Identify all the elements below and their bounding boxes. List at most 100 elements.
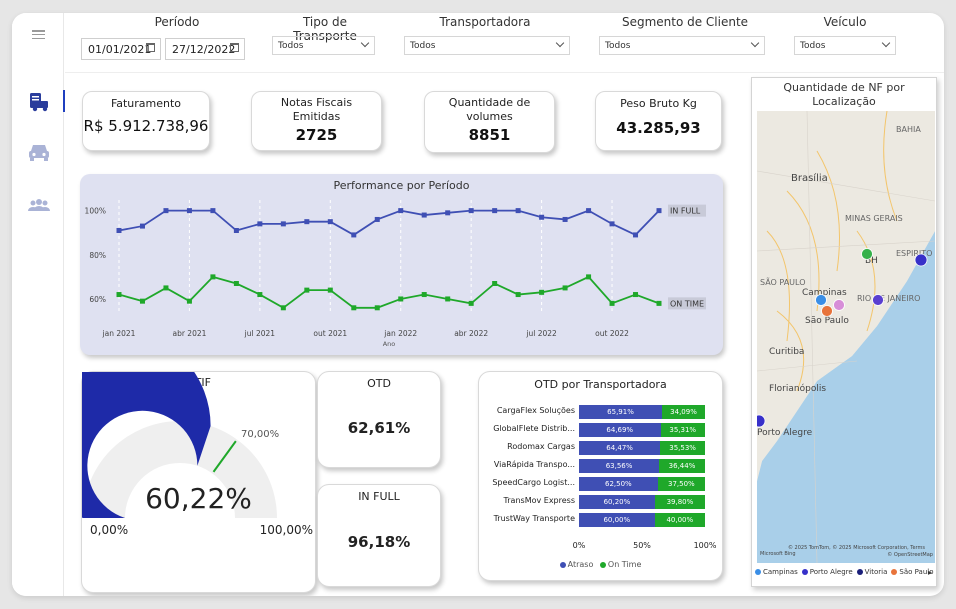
map-bubble-saopaulo[interactable]: [821, 305, 833, 317]
kpi-volumes-label: Quantidade de volumes: [448, 96, 531, 123]
data-point: [304, 287, 310, 293]
bar-atraso[interactable]: 64,69%: [579, 423, 661, 437]
map-legend-dot: [801, 569, 808, 575]
data-point: [210, 208, 216, 214]
bar-atraso[interactable]: 63,56%: [579, 459, 660, 473]
start-date-input[interactable]: 01/01/2021: [81, 38, 161, 60]
periodo-label: Período: [154, 15, 200, 29]
infull-value: 96,18%: [347, 533, 411, 551]
x-tick-label: abr 2021: [172, 329, 206, 338]
performance-chart[interactable]: Performance por Período 60% 80% 100% jan 20…: [80, 174, 723, 355]
data-point: [257, 221, 263, 227]
menu-icon[interactable]: [32, 30, 45, 39]
people-icon[interactable]: [27, 196, 51, 218]
data-point: [586, 274, 592, 280]
kpi-peso-label: Peso Bruto Kg: [620, 97, 697, 110]
data-point: [586, 208, 592, 214]
sidebar: [12, 13, 65, 596]
map-attribution-2[interactable]: © OpenStreetMap: [887, 551, 933, 558]
map-legend-dot: [755, 569, 761, 575]
calendar-icon[interactable]: [230, 43, 239, 52]
otd-transp-category: SpeedCargo Logist...: [492, 478, 575, 487]
map-bubble-sjc[interactable]: [833, 299, 845, 311]
kpi-notas-value: 2725: [295, 126, 338, 144]
data-point: [116, 228, 122, 233]
bar-ontime[interactable]: 34,09%: [662, 405, 705, 419]
bar-ontime[interactable]: 35,31%: [660, 423, 705, 437]
tipo-transporte-select[interactable]: Todos: [272, 36, 375, 55]
transportadora-value: Todos: [410, 41, 436, 51]
bar-ontime[interactable]: 39,80%: [654, 495, 705, 509]
veiculo-label: Veículo: [823, 15, 867, 29]
map-bubble-vitoria[interactable]: [914, 253, 928, 267]
y-tick-label: 60%: [89, 295, 106, 304]
bar-atraso[interactable]: 60,20%: [579, 495, 655, 509]
data-point: [139, 223, 145, 229]
data-point: [609, 300, 615, 306]
data-point: [233, 228, 239, 233]
data-point: [562, 216, 568, 222]
data-point: [421, 212, 427, 218]
map-bubble-rio[interactable]: [872, 294, 884, 306]
bar-ontime[interactable]: 37,50%: [657, 477, 705, 491]
calendar-icon[interactable]: [146, 43, 155, 52]
otd-transp-category: Rodomax Cargas: [507, 442, 575, 451]
bar-ontime[interactable]: 36,44%: [659, 459, 705, 473]
otd-transp-category: CargaFlex Soluções: [496, 406, 575, 415]
veiculo-value: Todos: [800, 41, 826, 51]
data-point: [351, 305, 357, 311]
transportadora-select[interactable]: Todos: [404, 36, 570, 55]
map-legend-item[interactable]: Campinas: [763, 568, 798, 576]
otd-transportadora-card[interactable]: OTD por Transportadora CargaFlex Soluçõe…: [478, 371, 723, 581]
map-attribution[interactable]: © 2025 TomTom, © 2025 Microsoft Corporat…: [788, 544, 925, 551]
x-tick-label: jan 2022: [383, 329, 417, 338]
map-card[interactable]: Quantidade de NF por Localização BAHIA B…: [751, 77, 937, 587]
map-legend-item[interactable]: Vitoria: [865, 568, 888, 576]
vehicle-icon[interactable]: [27, 141, 51, 163]
otd-value: 62,61%: [347, 419, 411, 437]
data-point: [633, 232, 639, 238]
y-tick-label: 80%: [89, 251, 106, 260]
map-label-bahia: BAHIA: [896, 125, 921, 134]
otd-transp-category: TrustWay Transporte: [493, 514, 575, 523]
data-point: [492, 281, 498, 286]
data-point: [609, 221, 615, 227]
truck-report-icon[interactable]: [27, 91, 51, 113]
bar-atraso[interactable]: 60,00%: [579, 513, 655, 527]
series-label: IN FULL: [670, 207, 701, 216]
bar-atraso[interactable]: 64,47%: [579, 441, 661, 455]
map-title: Quantidade de NF por Localização: [783, 81, 905, 108]
map-area[interactable]: BAHIA Brasília MINAS GERAIS ESPIRITO BH …: [757, 111, 935, 563]
map-bubble-campinas[interactable]: [815, 294, 827, 306]
end-date-input[interactable]: 27/12/2022: [165, 38, 245, 60]
data-point: [562, 285, 568, 291]
x-tick-label: jul 2021: [244, 329, 276, 338]
bar-ontime[interactable]: 40,00%: [654, 513, 705, 527]
bing-logo: Microsoft Bing: [760, 551, 796, 557]
bar-ontime[interactable]: 35,53%: [660, 441, 705, 455]
start-date-value: 01/01/2021: [88, 43, 152, 56]
chevron-down-icon: [750, 38, 760, 48]
data-point: [139, 298, 145, 304]
map-bubble-portoalegre[interactable]: [757, 414, 766, 428]
legend-next-icon[interactable]: ▸: [928, 568, 932, 577]
legend-ontime: On Time: [607, 560, 642, 569]
data-point: [257, 292, 263, 298]
bar-atraso[interactable]: 62,50%: [579, 477, 658, 491]
map-label-minas: MINAS GERAIS: [845, 214, 903, 223]
otif-target: 70,00%: [241, 429, 280, 440]
map-legend-item[interactable]: Porto Alegre: [810, 568, 853, 576]
data-point: [656, 208, 662, 214]
otd-transp-category: GlobalFlete Distrib...: [493, 424, 575, 433]
legend-ontime-dot: [599, 561, 606, 568]
otd-transp-x-tick: 100%: [693, 541, 717, 550]
segmento-select[interactable]: Todos: [599, 36, 765, 55]
veiculo-select[interactable]: Todos: [794, 36, 896, 55]
data-point: [280, 305, 286, 311]
map-bubble-bh[interactable]: [861, 248, 873, 260]
data-point: [280, 221, 286, 227]
bar-atraso[interactable]: 65,91%: [579, 405, 663, 419]
otd-transp-category: ViaRápida Transpo...: [493, 460, 575, 469]
map-label-espirito: ESPIRITO: [896, 249, 932, 258]
transportadora-label: Transportadora: [439, 15, 531, 29]
